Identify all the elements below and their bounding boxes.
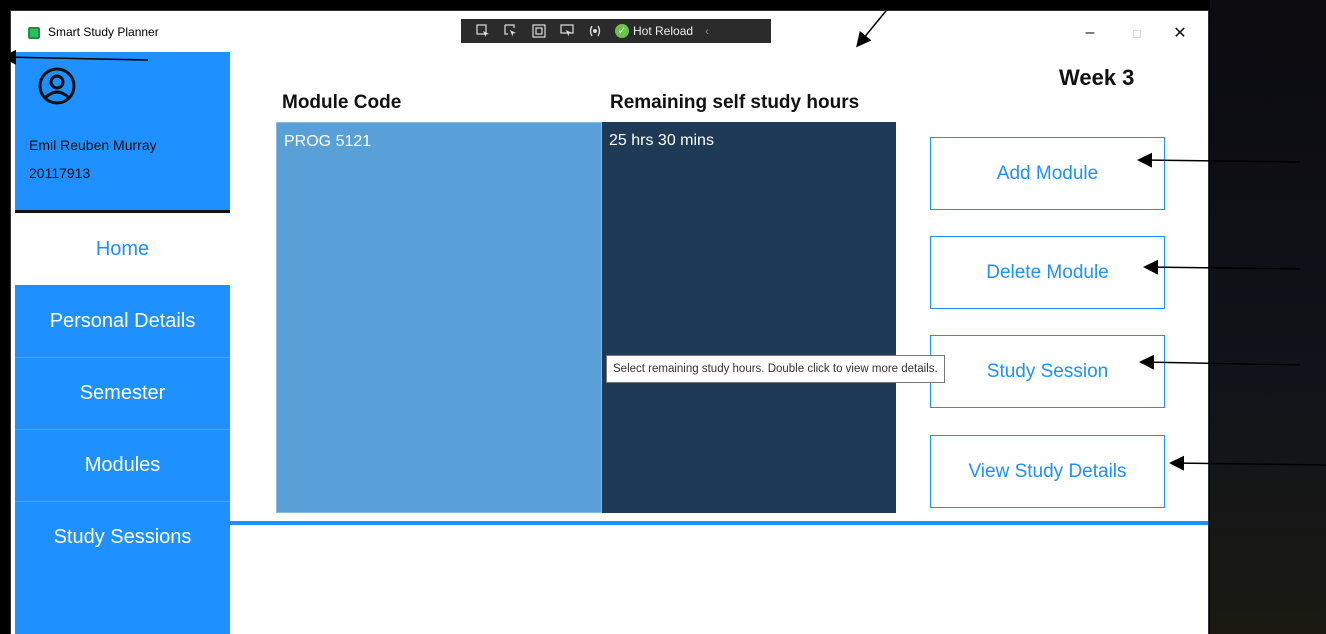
section-divider [230,521,1208,525]
week-label: Week 3 [1059,65,1135,90]
title-bar: Smart Study Planner ✓ Hot Reload ‹ – □ ✕ [11,11,1208,52]
delete-module-button[interactable]: Delete Module [930,236,1165,309]
add-module-button[interactable]: Add Module [930,137,1165,210]
module-code-list[interactable]: PROG 5121 [276,122,602,513]
nav-modules[interactable]: Modules [15,429,230,502]
student-number: 20117913 [29,165,91,181]
hot-reload-check-icon: ✓ [615,24,629,38]
user-avatar-icon [37,66,77,106]
remaining-hours-header: Remaining self study hours [610,92,860,113]
module-code-item[interactable]: PROG 5121 [284,133,371,151]
sidebar: Emil Reuben Murray 20117913 Home Persona… [15,52,230,634]
nav-personal-details[interactable]: Personal Details [15,285,230,358]
track-focus-icon[interactable] [559,23,575,39]
hot-reload-label[interactable]: Hot Reload [633,24,693,38]
pointer-icon[interactable] [503,23,519,39]
select-element-icon[interactable] [475,23,491,39]
maximize-button[interactable]: □ [1122,21,1152,45]
user-name: Emil Reuben Murray [29,137,157,153]
remaining-hours-list[interactable]: 25 hrs 30 mins [602,122,896,513]
binding-icon[interactable] [587,23,603,39]
remaining-hours-item[interactable]: 25 hrs 30 mins [609,132,714,150]
window-title: Smart Study Planner [48,25,159,39]
nav-semester[interactable]: Semester [15,357,230,430]
chevron-left-icon[interactable]: ‹ [705,24,709,38]
main-content: Week 3 Module Code Remaining self study … [230,52,1208,634]
close-button[interactable]: ✕ [1165,21,1195,45]
study-session-button[interactable]: Study Session [930,335,1165,408]
module-code-header: Module Code [282,92,402,113]
minimize-button[interactable]: – [1075,21,1105,45]
hot-reload-toolbar: ✓ Hot Reload ‹ [461,19,771,43]
app-icon [28,27,40,39]
user-profile: Emil Reuben Murray 20117913 [15,52,230,213]
nav-study-sessions[interactable]: Study Sessions [15,501,230,573]
view-study-details-button[interactable]: View Study Details [930,435,1165,508]
layout-adorner-icon[interactable] [531,23,547,39]
desktop-backdrop [1210,0,1326,634]
tooltip: Select remaining study hours. Double cli… [606,355,945,383]
app-window: Smart Study Planner ✓ Hot Reload ‹ – □ ✕ [11,11,1208,634]
nav-home[interactable]: Home [15,213,230,285]
